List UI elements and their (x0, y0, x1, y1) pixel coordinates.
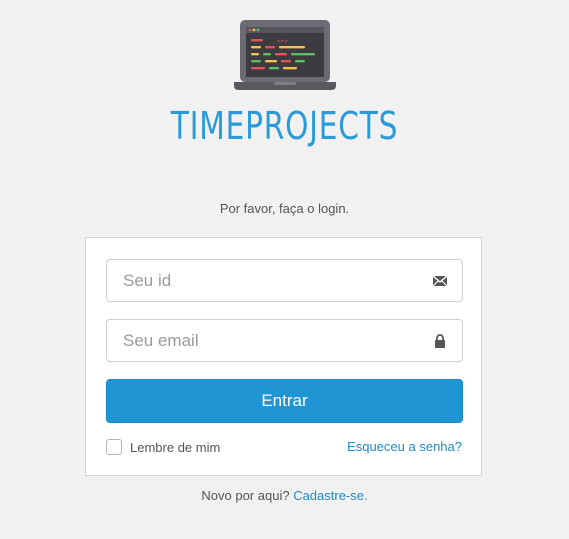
login-panel: Entrar Lembre de mim Esqueceu a senha? (85, 237, 482, 476)
remember-label: Lembre de mim (130, 439, 221, 455)
id-input[interactable] (107, 260, 439, 301)
laptop-code-icon: <•> (234, 20, 336, 90)
brand-name: TIMEPROJECTS (170, 104, 399, 148)
signup-link[interactable]: Cadastre-se. (293, 488, 367, 503)
email-input[interactable] (107, 320, 439, 361)
svg-text:<•>: <•> (277, 38, 288, 45)
id-field[interactable] (106, 259, 463, 302)
email-field[interactable] (106, 319, 463, 362)
signup-footer: Novo por aqui? Cadastre-se. (0, 488, 569, 503)
login-button[interactable]: Entrar (106, 379, 463, 423)
remember-checkbox[interactable] (106, 439, 122, 455)
envelope-icon (432, 275, 448, 287)
logo: <•> TIMEPROJECTS (0, 18, 569, 168)
forgot-password-link[interactable]: Esqueceu a senha? (347, 439, 462, 454)
login-prompt: Por favor, faça o login. (219, 201, 350, 216)
lock-icon (435, 334, 445, 348)
remember-me[interactable]: Lembre de mim (106, 438, 220, 456)
signup-prompt: Novo por aqui? (201, 488, 290, 503)
